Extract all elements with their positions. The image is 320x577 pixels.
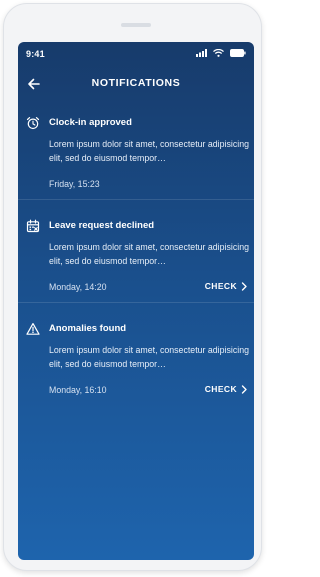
calendar-icon: [26, 219, 40, 233]
status-icons: [196, 49, 246, 57]
battery-icon: [230, 49, 246, 57]
notification-title: Anomalies found: [49, 323, 127, 334]
phone-frame: 9:41 NOTIFICATIONS Clock-in approved Lor…: [3, 3, 262, 571]
notification-body: Lorem ipsum dolor sit amet, consectetur …: [49, 139, 249, 163]
notification-item[interactable]: Leave request declined Lorem ipsum dolor…: [18, 213, 254, 313]
header-bar: NOTIFICATIONS: [18, 72, 254, 96]
chevron-right-icon: [241, 384, 247, 394]
divider: [18, 302, 254, 303]
check-button[interactable]: CHECK: [205, 384, 248, 394]
signal-icon: [196, 49, 207, 57]
wifi-icon: [213, 49, 224, 57]
notification-body: Lorem ipsum dolor sit amet, consectetur …: [49, 345, 249, 369]
notification-time: Friday, 15:23: [49, 179, 100, 189]
status-time: 9:41: [26, 49, 45, 59]
notifications-screen: 9:41 NOTIFICATIONS Clock-in approved Lor…: [18, 42, 254, 560]
notification-item[interactable]: Clock-in approved Lorem ipsum dolor sit …: [18, 110, 254, 210]
page-title: NOTIFICATIONS: [91, 77, 181, 89]
check-label: CHECK: [204, 384, 237, 394]
alarm-clock-icon: [26, 117, 40, 130]
check-label: CHECK: [204, 281, 237, 291]
speaker-grille: [121, 23, 151, 27]
chevron-right-icon: [241, 281, 247, 291]
notification-title: Clock-in approved: [49, 117, 132, 128]
status-bar: 9:41: [18, 42, 254, 66]
notification-time: Monday, 16:10: [49, 385, 107, 395]
check-button[interactable]: CHECK: [205, 281, 248, 291]
notification-time: Monday, 14:20: [49, 282, 107, 292]
divider: [18, 199, 254, 200]
warning-icon: [26, 323, 40, 335]
notification-item[interactable]: Anomalies found Lorem ipsum dolor sit am…: [18, 316, 254, 416]
notification-body: Lorem ipsum dolor sit amet, consectetur …: [49, 242, 249, 266]
notification-title: Leave request declined: [49, 220, 155, 231]
